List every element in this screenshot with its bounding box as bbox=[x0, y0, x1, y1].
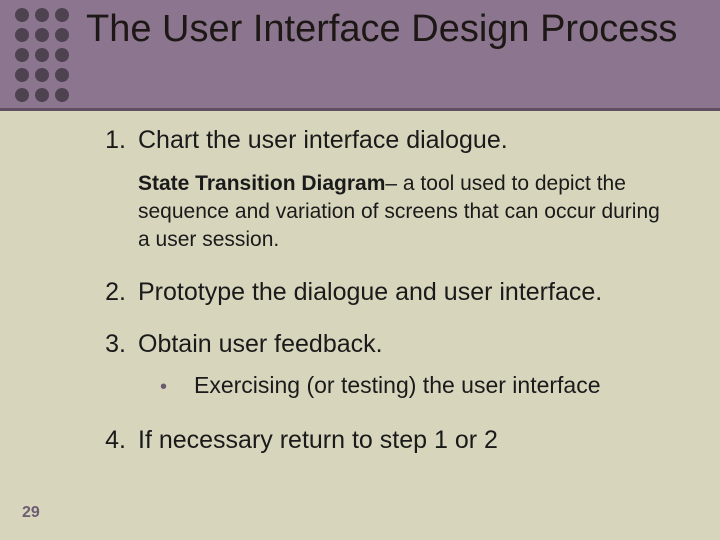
decorative-dots-icon bbox=[12, 7, 74, 103]
title-underline bbox=[0, 108, 720, 111]
list-text: Obtain user feedback. bbox=[138, 328, 383, 360]
bullet-text: Exercising (or testing) the user interfa… bbox=[194, 370, 601, 400]
sub-bullet: • Exercising (or testing) the user inter… bbox=[154, 370, 680, 402]
subnote-term: State Transition Diagram bbox=[138, 172, 385, 195]
list-number: 1. bbox=[82, 124, 138, 156]
subnote: State Transition Diagram– a tool used to… bbox=[138, 170, 670, 254]
slide-title: The User Interface Design Process bbox=[86, 0, 690, 52]
bullet-icon: • bbox=[154, 370, 194, 402]
slide-content: 1. Chart the user interface dialogue. St… bbox=[82, 124, 680, 470]
list-item: 4. If necessary return to step 1 or 2 bbox=[82, 424, 680, 456]
list-item: 3. Obtain user feedback. bbox=[82, 328, 680, 360]
list-number: 2. bbox=[82, 276, 138, 308]
slide: The User Interface Design Process 1. Cha… bbox=[0, 0, 720, 540]
list-text: Prototype the dialogue and user interfac… bbox=[138, 276, 602, 308]
list-number: 4. bbox=[82, 424, 138, 456]
slide-number: 29 bbox=[22, 504, 40, 522]
list-item: 1. Chart the user interface dialogue. bbox=[82, 124, 680, 156]
list-number: 3. bbox=[82, 328, 138, 360]
list-text: Chart the user interface dialogue. bbox=[138, 124, 508, 156]
list-item: 2. Prototype the dialogue and user inter… bbox=[82, 276, 680, 308]
title-band: The User Interface Design Process bbox=[0, 0, 720, 108]
list-text: If necessary return to step 1 or 2 bbox=[138, 424, 498, 456]
